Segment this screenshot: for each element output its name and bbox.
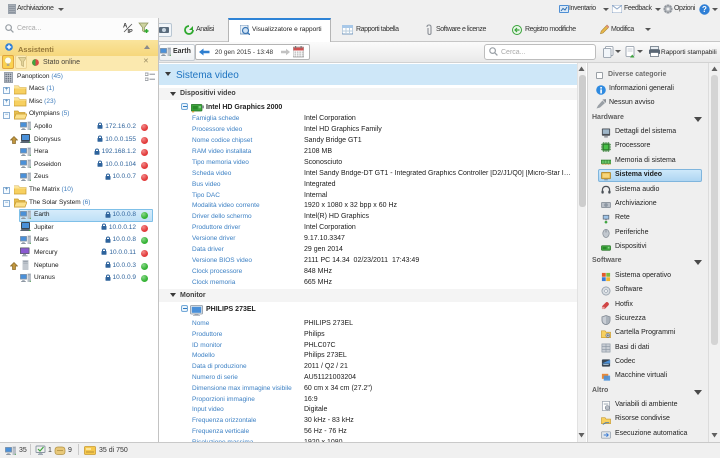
svg-text:?: ?	[702, 5, 707, 14]
svg-text:IP: IP	[128, 29, 134, 34]
